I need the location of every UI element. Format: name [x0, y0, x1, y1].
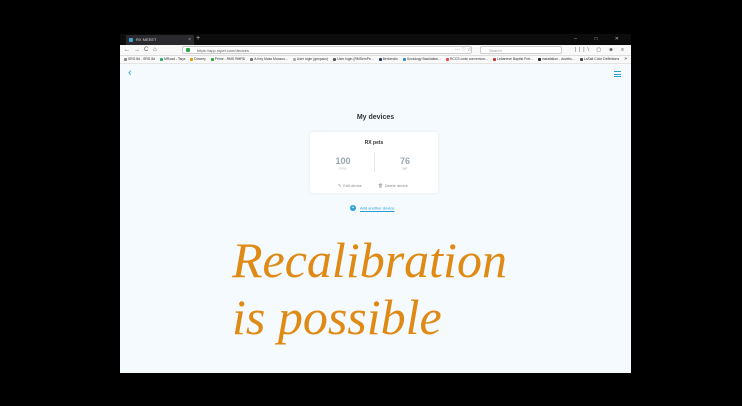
tab-rx-meeet[interactable]: RX MEEET × [126, 35, 194, 45]
add-device-button[interactable]: + Add another device [350, 205, 394, 211]
bookmark-item[interactable]: installation - dovetio... [537, 56, 575, 63]
reload-button[interactable]: C [144, 45, 148, 55]
tab-close-icon[interactable]: × [188, 35, 191, 45]
trash-icon: 🗑 [378, 184, 383, 188]
forward-button[interactable]: → [134, 45, 140, 55]
window-controls[interactable]: – □ ✕ [574, 34, 627, 44]
pencil-icon: ✎ [338, 184, 342, 188]
bookmark-item[interactable]: Berkendin [378, 56, 398, 63]
bookmarks-more-button[interactable]: » [624, 56, 627, 63]
divider [374, 152, 375, 172]
home-button[interactable]: ⌂ [153, 45, 157, 55]
url-bar[interactable]: https://app.rxpet.com/devices [182, 46, 472, 54]
page-actions-icons[interactable]: ··· ♡ ☆ [455, 45, 472, 55]
bookmark-item[interactable]: User login (gecpaco) [292, 56, 328, 63]
toolbar-icons[interactable]: |||\ ▢ ☻ ≡ [575, 45, 627, 55]
back-button[interactable]: ← [124, 45, 130, 55]
bookmark-item[interactable]: Dowrey [190, 56, 206, 63]
right-value: 76 [399, 156, 410, 166]
bookmark-item[interactable]: Lebanese Baptist Fret... [493, 56, 533, 63]
left-unit: FPG [339, 167, 347, 171]
device-card: RX pets 100 FPG 76 BP ✎ Edit device 🗑 Dele… [310, 132, 438, 193]
hamburger-menu-icon[interactable] [614, 71, 621, 79]
bookmark-item[interactable]: MRoad - Tarja [160, 56, 185, 63]
bookmark-item[interactable]: SRG 8d - SRG 8d [124, 56, 155, 63]
right-unit: BP [402, 167, 408, 171]
bookmark-item[interactable]: LaSalt Color Definitions [579, 56, 619, 63]
page-title: My devices [356, 114, 395, 121]
favicon-icon [129, 38, 133, 42]
edit-device-button[interactable]: ✎ Edit device [338, 183, 362, 188]
bookmarks-bar: SRG 8d - SRG 8d MRoad - Tarja Dowrey Pri… [120, 56, 631, 64]
tab-title: RX MEEET [136, 37, 157, 42]
plus-icon: + [350, 205, 356, 211]
new-tab-button[interactable]: + [196, 34, 200, 44]
lock-icon [186, 48, 190, 52]
add-device-label: Add another device [360, 205, 395, 211]
bookmark-item[interactable]: Prime - RMS RMRD [210, 56, 245, 63]
url-text: https://app.rxpet.com/devices [197, 48, 250, 53]
bookmark-item[interactable]: RCCS code conversion... [445, 56, 488, 63]
left-value: 100 [335, 156, 351, 166]
bookmark-item[interactable]: User login (RMSemPe... [333, 56, 374, 63]
search-input[interactable]: Search [480, 46, 562, 54]
back-arrow-icon[interactable]: ‹ [128, 68, 132, 79]
tab-bar: RX MEEET × + – □ ✕ [120, 34, 631, 45]
overlay-line-1: Recalibration [232, 232, 507, 288]
delete-device-button[interactable]: 🗑 Delete device [378, 183, 408, 188]
nav-bar: ← → C ⌂ https://app.rxpet.com/devices ··… [120, 45, 631, 56]
device-name: RX pets [364, 140, 384, 146]
bookmark-item[interactable]: A Key Mass Monsoo... [250, 56, 288, 63]
bookmark-item[interactable]: Sociology Backlation... [402, 56, 441, 63]
overlay-line-2: is possible [232, 289, 442, 345]
